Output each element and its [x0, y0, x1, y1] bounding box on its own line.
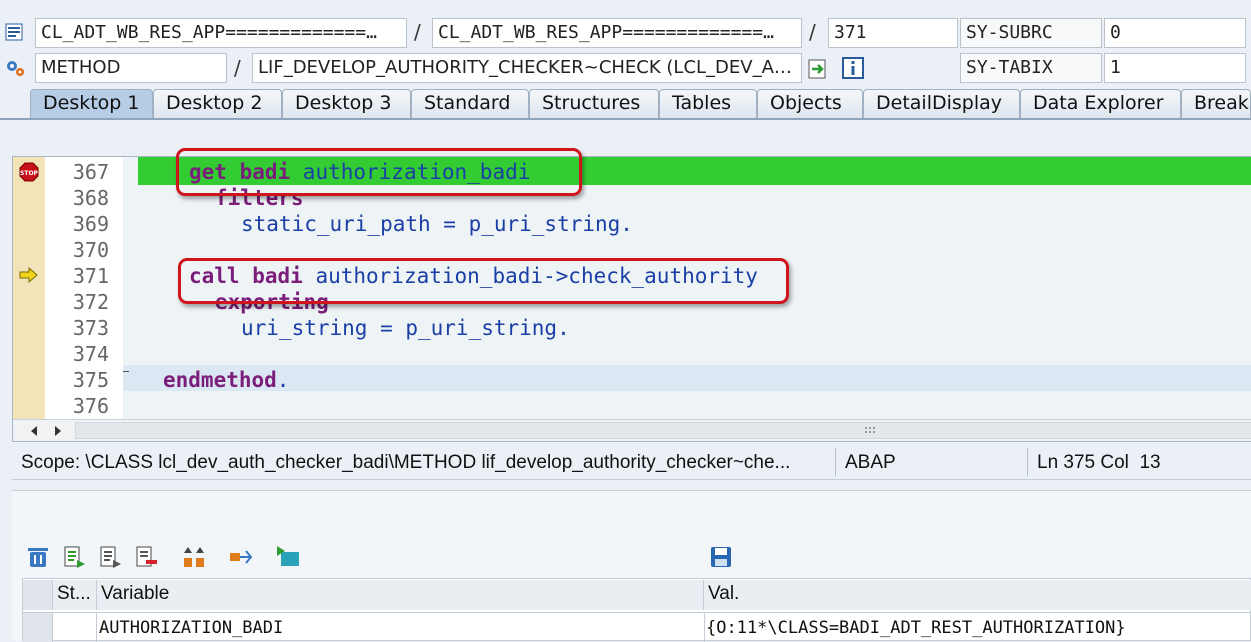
variable-value-cell[interactable]: {O:11*\CLASS=BADI_ADT_REST_AUTHORIZATION… — [706, 618, 1126, 638]
type-field[interactable]: METHOD — [35, 53, 227, 83]
tab-standard[interactable]: Standard — [411, 89, 529, 119]
line-number: 372 — [72, 290, 109, 314]
tab-desktop-2[interactable]: Desktop 2 — [153, 89, 282, 119]
tab-objects[interactable]: Objects — [757, 89, 863, 119]
details-icon[interactable] — [62, 545, 86, 569]
line-field[interactable]: 371 — [828, 18, 958, 48]
variable-name-cell[interactable]: AUTHORIZATION_BADI — [99, 618, 283, 638]
line-number: 375 — [72, 368, 109, 392]
code-text: uri_string = p_uri_string. — [241, 316, 570, 340]
sy-tabix-label: SY-TABIX — [960, 53, 1102, 83]
status-bar: Scope: \CLASS lcl_dev_auth_checker_badi\… — [12, 444, 1251, 480]
remove-icon[interactable] — [134, 545, 158, 569]
row-selector-header[interactable] — [23, 580, 53, 610]
table-row[interactable]: AUTHORIZATION_BADI {O:11*\CLASS=BADI_ADT… — [23, 612, 1251, 642]
scroll-right-icon[interactable] — [53, 424, 63, 438]
line-number: 369 — [72, 212, 109, 236]
tab-structures[interactable]: Structures — [529, 89, 659, 119]
separator: / — [234, 56, 241, 80]
save-icon[interactable] — [709, 545, 733, 569]
scroll-left-icon[interactable] — [29, 424, 39, 438]
navigate-icon[interactable] — [806, 57, 830, 81]
include-field[interactable]: CL_ADT_WB_RES_APP=============… — [432, 18, 802, 48]
code-keyword: endmethod — [163, 368, 277, 392]
info-icon[interactable] — [842, 57, 864, 79]
line-number: 373 — [72, 316, 109, 340]
hierarchy-icon[interactable] — [228, 545, 253, 569]
tab-detaildisplay[interactable]: DetailDisplay — [863, 89, 1020, 119]
separator: / — [809, 20, 816, 44]
line-number: 371 — [72, 264, 109, 288]
column-header-value[interactable]: Val. — [704, 580, 1251, 610]
tab-data-explorer[interactable]: Data Explorer — [1020, 89, 1181, 119]
status-cell — [53, 613, 97, 642]
language-text: ABAP — [845, 452, 896, 473]
status-divider — [835, 448, 836, 476]
cell-divider — [704, 613, 705, 642]
code-line: endmethod. — [163, 367, 289, 393]
cursor-position: Ln 375 Col 13 — [1037, 452, 1161, 473]
scroll-thumb[interactable] — [75, 422, 1251, 439]
horizontal-scrollbar[interactable] — [13, 419, 1251, 441]
tab-tables[interactable]: Tables — [659, 89, 757, 119]
line-number: 368 — [72, 186, 109, 210]
tab-strip-underline — [0, 118, 1251, 120]
line-number: 374 — [72, 342, 109, 366]
tab-desktop-3[interactable]: Desktop 3 — [282, 89, 411, 119]
display-icon[interactable] — [98, 545, 122, 569]
code-text: static_uri_path = p_uri_string. — [241, 212, 633, 236]
code-line: static_uri_path = p_uri_string. — [241, 211, 633, 237]
event-field[interactable]: LIF_DEVELOP_AUTHORITY_CHECKER~CHECK (LCL… — [252, 53, 802, 83]
program-icon — [4, 22, 24, 42]
call-badi-highlight — [178, 258, 789, 304]
line-number: 370 — [72, 238, 109, 262]
code-line: uri_string = p_uri_string. — [241, 315, 570, 341]
program-field[interactable]: CL_ADT_WB_RES_APP=============… — [35, 18, 407, 48]
column-header-status[interactable]: St... — [53, 580, 97, 610]
sy-tabix-value[interactable]: 1 — [1104, 53, 1246, 83]
sy-subrc-value[interactable]: 0 — [1104, 18, 1246, 48]
expand-icon[interactable] — [182, 545, 206, 569]
tab-desktop-1[interactable]: Desktop 1 — [30, 89, 153, 119]
column-header-variable[interactable]: Variable — [97, 580, 704, 610]
code-text: . — [276, 368, 290, 392]
delete-trash-icon[interactable] — [26, 545, 50, 569]
tab-breakpoints[interactable]: Break. — [1181, 89, 1251, 119]
sy-subrc-label: SY-SUBRC — [960, 18, 1102, 48]
line-number: 367 — [72, 160, 109, 184]
structure-icon[interactable] — [276, 545, 300, 569]
separator: / — [414, 20, 421, 44]
line-number: 376 — [72, 394, 109, 418]
scroll-grip — [865, 427, 875, 433]
status-divider — [1027, 448, 1028, 476]
get-badi-highlight — [176, 148, 582, 196]
method-gear-icon — [4, 58, 26, 78]
row-selector[interactable] — [23, 613, 53, 642]
scope-text: Scope: \CLASS lcl_dev_auth_checker_badi\… — [21, 452, 791, 473]
